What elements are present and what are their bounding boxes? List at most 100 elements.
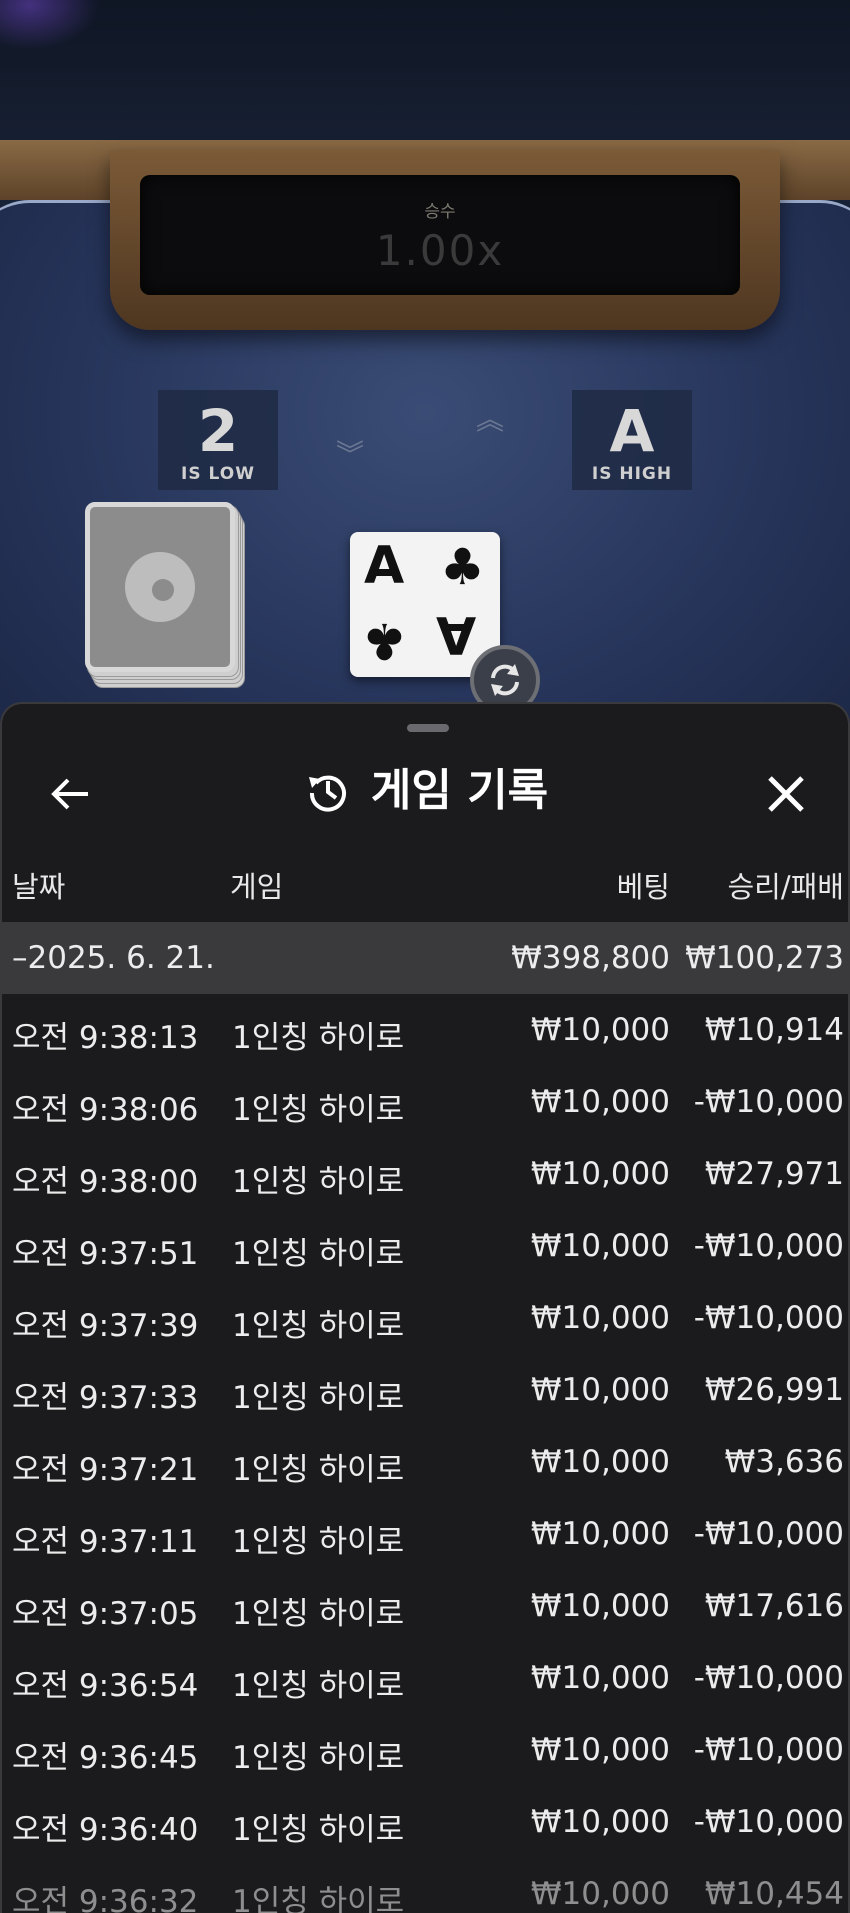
row-result: ₩10,914 xyxy=(704,1012,844,1048)
high-bound-indicator: A IS HIGH xyxy=(572,390,692,490)
sheet-title-wrap: 게임 기록 xyxy=(2,754,848,834)
row-bet: ₩10,000 xyxy=(530,1156,670,1192)
table-row[interactable]: 오전 9:37:33 1인칭 하이로 ₩10,000 ₩26,991 xyxy=(2,1354,848,1426)
row-bet: ₩10,000 xyxy=(530,1444,670,1480)
purple-glow xyxy=(0,0,100,50)
table-row[interactable]: 오전 9:38:06 1인칭 하이로 ₩10,000 -₩10,000 xyxy=(2,1066,848,1138)
high-card-rank: A xyxy=(609,397,655,465)
history-table: –2025. 6. 21. ₩398,800 ₩100,273 오전 9:38:… xyxy=(2,922,848,1913)
row-result: ₩27,971 xyxy=(704,1156,844,1192)
date-group-win-total: ₩100,273 xyxy=(685,940,844,976)
scene-background xyxy=(0,0,850,150)
row-result: -₩10,000 xyxy=(693,1300,844,1336)
table-header: 날짜 게임 베팅 승리/패배 xyxy=(2,854,848,914)
table-row[interactable]: 오전 9:37:39 1인칭 하이로 ₩10,000 -₩10,000 xyxy=(2,1282,848,1354)
sheet-title: 게임 기록 xyxy=(370,764,549,816)
row-time: 오전 9:36:54 xyxy=(12,1668,199,1704)
game-scene: 승수 1.00x 2 IS LOW ︾ ︽ A IS HIGH A ♣ ♣ A xyxy=(0,0,850,760)
row-game: 1인칭 하이로 xyxy=(232,1308,405,1344)
row-game: 1인칭 하이로 xyxy=(232,1596,405,1632)
table-row[interactable]: 오전 9:37:11 1인칭 하이로 ₩10,000 -₩10,000 xyxy=(2,1498,848,1570)
row-result: -₩10,000 xyxy=(693,1660,844,1696)
row-time: 오전 9:36:32 xyxy=(12,1884,199,1913)
row-time: 오전 9:37:33 xyxy=(12,1380,199,1416)
row-result: -₩10,000 xyxy=(693,1228,844,1264)
row-bet: ₩10,000 xyxy=(530,1300,670,1336)
table-row[interactable]: 오전 9:36:54 1인칭 하이로 ₩10,000 -₩10,000 xyxy=(2,1642,848,1714)
clubs-icon: ♣ xyxy=(440,538,485,596)
row-time: 오전 9:36:45 xyxy=(12,1740,199,1776)
row-game: 1인칭 하이로 xyxy=(232,1092,405,1128)
low-card-label: IS LOW xyxy=(181,464,255,484)
row-game: 1인칭 하이로 xyxy=(232,1380,405,1416)
row-result: ₩3,636 xyxy=(724,1444,844,1480)
row-bet: ₩10,000 xyxy=(530,1732,670,1768)
drag-handle[interactable] xyxy=(407,724,449,732)
row-game: 1인칭 하이로 xyxy=(232,1164,405,1200)
table-row[interactable]: 오전 9:36:32 1인칭 하이로 ₩10,000 ₩10,454 xyxy=(2,1858,848,1913)
row-time: 오전 9:38:13 xyxy=(12,1020,199,1056)
clubs-icon: ♣ xyxy=(362,612,407,670)
table-row[interactable]: 오전 9:36:45 1인칭 하이로 ₩10,000 -₩10,000 xyxy=(2,1714,848,1786)
card-rank: A xyxy=(364,536,405,596)
row-bet: ₩10,000 xyxy=(530,1084,670,1120)
column-bet: 베팅 xyxy=(616,870,670,904)
row-bet: ₩10,000 xyxy=(530,1876,670,1912)
row-time: 오전 9:37:11 xyxy=(12,1524,199,1560)
row-time: 오전 9:38:06 xyxy=(12,1092,199,1128)
table-row[interactable]: 오전 9:37:21 1인칭 하이로 ₩10,000 ₩3,636 xyxy=(2,1426,848,1498)
table-row[interactable]: 오전 9:36:40 1인칭 하이로 ₩10,000 -₩10,000 xyxy=(2,1786,848,1858)
row-bet: ₩10,000 xyxy=(530,1516,670,1552)
card-rank: A xyxy=(436,604,477,664)
close-icon xyxy=(768,776,804,812)
table-row[interactable]: 오전 9:37:05 1인칭 하이로 ₩10,000 ₩17,616 xyxy=(2,1570,848,1642)
multiplier-label: 승수 xyxy=(424,202,456,222)
row-time: 오전 9:37:51 xyxy=(12,1236,199,1272)
close-button[interactable] xyxy=(758,766,814,822)
row-game: 1인칭 하이로 xyxy=(232,1740,405,1776)
column-date: 날짜 xyxy=(12,870,66,904)
row-time: 오전 9:37:21 xyxy=(12,1452,199,1488)
row-game: 1인칭 하이로 xyxy=(232,1812,405,1848)
date-group-date: –2025. 6. 21. xyxy=(12,940,215,976)
row-bet: ₩10,000 xyxy=(530,1372,670,1408)
date-group-bet-total: ₩398,800 xyxy=(511,940,670,976)
row-game: 1인칭 하이로 xyxy=(232,1236,405,1272)
current-card: A ♣ ♣ A xyxy=(350,532,500,677)
row-game: 1인칭 하이로 xyxy=(232,1884,405,1913)
swap-icon xyxy=(491,664,519,696)
row-result: -₩10,000 xyxy=(693,1516,844,1552)
history-icon xyxy=(308,775,346,812)
low-card-rank: 2 xyxy=(197,397,239,465)
row-result: -₩10,000 xyxy=(693,1084,844,1120)
row-bet: ₩10,000 xyxy=(530,1588,670,1624)
row-result: ₩10,454 xyxy=(704,1876,844,1912)
row-bet: ₩10,000 xyxy=(530,1804,670,1840)
table-row[interactable]: 오전 9:38:13 1인칭 하이로 ₩10,000 ₩10,914 xyxy=(2,994,848,1066)
row-result: ₩17,616 xyxy=(704,1588,844,1624)
chevron-up-icon: ︽ xyxy=(475,403,504,436)
deck-back xyxy=(85,502,235,672)
card-deck xyxy=(85,502,245,688)
row-game: 1인칭 하이로 xyxy=(232,1524,405,1560)
row-result: -₩10,000 xyxy=(693,1732,844,1768)
row-time: 오전 9:38:00 xyxy=(12,1164,199,1200)
table-row[interactable]: 오전 9:38:00 1인칭 하이로 ₩10,000 ₩27,971 xyxy=(2,1138,848,1210)
row-game: 1인칭 하이로 xyxy=(232,1668,405,1704)
sheet-header: 게임 기록 xyxy=(2,754,848,834)
row-result: ₩26,991 xyxy=(704,1372,844,1408)
multiplier-display: 승수 1.00x xyxy=(140,175,740,295)
column-win-loss: 승리/패배 xyxy=(727,870,845,904)
column-game: 게임 xyxy=(230,870,284,904)
row-game: 1인칭 하이로 xyxy=(232,1452,405,1488)
row-time: 오전 9:37:39 xyxy=(12,1308,199,1344)
date-group-row[interactable]: –2025. 6. 21. ₩398,800 ₩100,273 xyxy=(2,922,848,994)
row-time: 오전 9:37:05 xyxy=(12,1596,199,1632)
row-bet: ₩10,000 xyxy=(530,1660,670,1696)
row-time: 오전 9:36:40 xyxy=(12,1812,199,1848)
multiplier-value: 1.00x xyxy=(375,226,505,275)
row-bet: ₩10,000 xyxy=(530,1228,670,1264)
game-history-sheet: 게임 기록 날짜 게임 베팅 승리/패배 –2025. 6. 21. ₩398,… xyxy=(0,702,850,1913)
table-row[interactable]: 오전 9:37:51 1인칭 하이로 ₩10,000 -₩10,000 xyxy=(2,1210,848,1282)
chevron-down-icon: ︾ xyxy=(335,438,364,471)
